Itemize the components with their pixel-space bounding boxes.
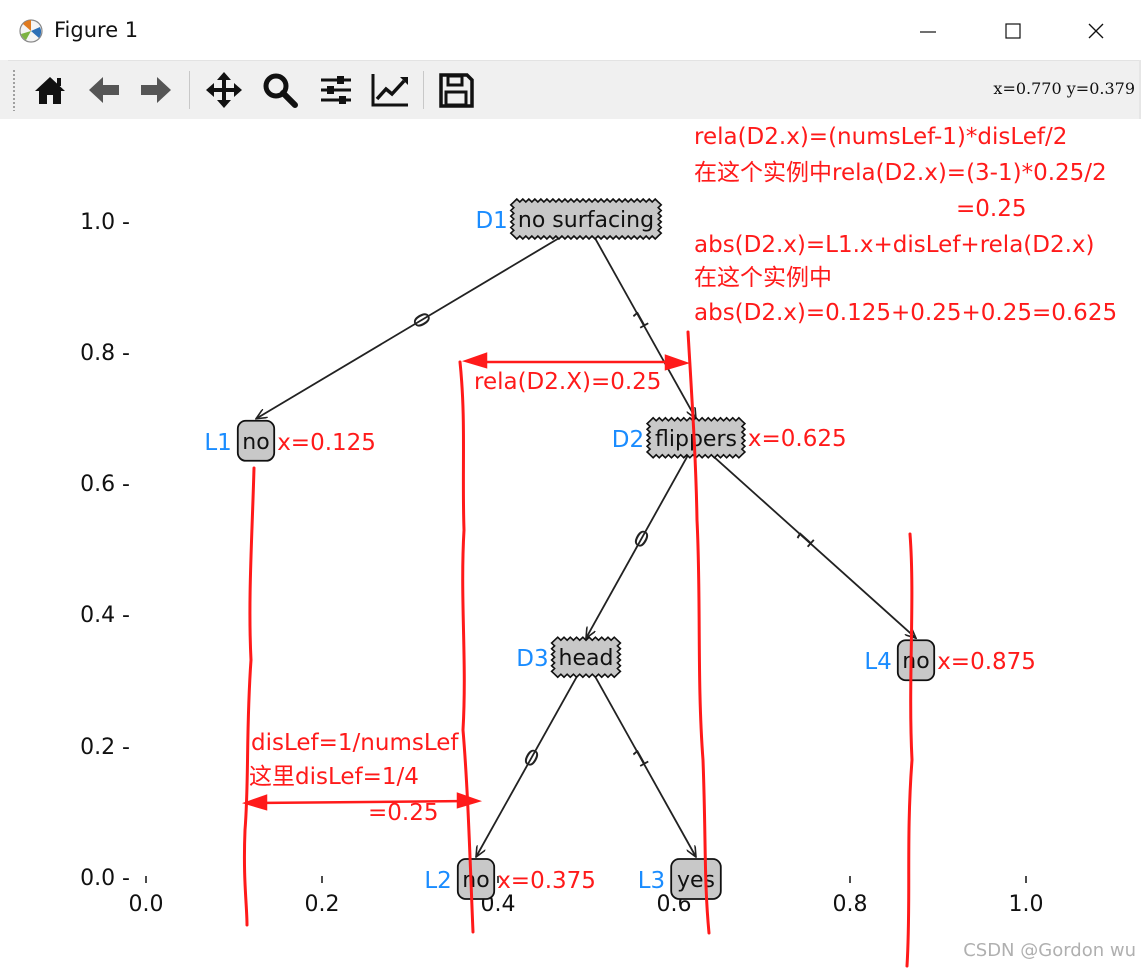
node-id-label: L1 (204, 430, 231, 456)
xtick-label: 0.2 (305, 892, 340, 917)
tree-plot: 1.0 - 0.8 - 0.6 - 0.4 - 0.2 - 0.0 - 0.0 … (80, 124, 1136, 968)
node-id-label: L2 (424, 868, 451, 894)
cursor-coordinates: x=0.770 y=0.379 (993, 79, 1135, 98)
pan-icon (206, 72, 242, 108)
close-icon (1088, 23, 1104, 39)
edge-label: 0 (629, 526, 653, 555)
ytick-label: 0.2 - (80, 735, 130, 760)
node-id-label: D3 (516, 646, 548, 672)
node-id-label: D2 (612, 427, 644, 453)
annotation-line: =0.25 (368, 800, 438, 826)
subplots-icon (321, 76, 351, 104)
save-button[interactable] (432, 67, 480, 113)
subplots-button[interactable] (312, 67, 360, 113)
ytick-label: 0.0 - (80, 866, 130, 891)
rela-annotation: rela(D2.X)=0.25 (474, 369, 661, 395)
leaf-node: no L4 x=0.875 (864, 639, 1036, 682)
maximize-icon (1005, 23, 1021, 39)
x-position-note: x=0.625 (748, 426, 847, 452)
node-label: no (242, 430, 269, 455)
edit-axis-button[interactable] (366, 67, 414, 113)
rela-arrow-right-head (664, 354, 691, 371)
annotation-line: disLef=1/numsLef (251, 730, 459, 756)
node-label: no surfacing (518, 208, 654, 233)
zoom-icon (263, 73, 298, 108)
leaf-node: no L1 x=0.125 (204, 419, 376, 462)
node-id-label: L3 (638, 868, 665, 894)
edge-label: 0 (519, 745, 543, 774)
node-id-label: D1 (475, 208, 507, 234)
annotation-line: 在这个实例中 (694, 265, 832, 291)
matplotlib-app-icon (19, 19, 43, 43)
leaf-node: yes L3 (638, 858, 722, 900)
formula-annotation: rela(D2.x)=(numsLef-1)*disLef/2 在这个实例中re… (694, 124, 1117, 326)
figure-window: Figure 1 x=0.770 y=0.379 1.0 - 0.8 - 0.6… (0, 0, 1141, 969)
ytick-label: 0.8 - (80, 341, 130, 366)
toolbar-separator (423, 71, 424, 109)
maximize-button[interactable] (990, 14, 1036, 48)
ytick-label: 0.4 - (80, 603, 130, 628)
home-icon (35, 77, 65, 104)
zoom-button[interactable] (256, 67, 304, 113)
guide-line-l4 (905, 532, 914, 968)
node-label: no (462, 868, 489, 893)
annotation-line: =0.25 (956, 196, 1026, 222)
toolbar-grip[interactable] (12, 69, 16, 111)
xtick-label: 0.8 (833, 892, 868, 917)
ytick-label: 1.0 - (80, 210, 130, 235)
x-position-note: x=0.125 (277, 430, 376, 456)
annotation-line: rela(D2.x)=(numsLef-1)*disLef/2 (694, 124, 1067, 150)
xtick-label: 1.0 (1009, 892, 1044, 917)
minimize-icon (920, 31, 936, 33)
annotation-line: abs(D2.x)=0.125+0.25+0.25=0.625 (694, 300, 1117, 326)
node-id-label: L4 (864, 649, 891, 675)
edge-label: 1 (629, 745, 653, 774)
node-label: flippers (655, 427, 737, 452)
node-label: yes (677, 868, 715, 893)
figure-canvas[interactable]: 1.0 - 0.8 - 0.6 - 0.4 - 0.2 - 0.0 - 0.0 … (0, 119, 1141, 969)
toolbar-separator (189, 71, 190, 109)
home-button[interactable] (26, 67, 74, 113)
decision-node: no surfacing D1 (475, 197, 663, 241)
decision-node: head D3 (516, 636, 622, 679)
title-bar: Figure 1 (0, 0, 1141, 60)
x-position-note: x=0.375 (497, 868, 596, 894)
node-label: no (902, 649, 929, 674)
ytick-label: 0.6 - (80, 472, 130, 497)
xtick-label: 0.0 (129, 892, 164, 917)
leaf-node: no L2 x=0.375 (424, 858, 596, 900)
edge-label: 0 (406, 308, 435, 333)
watermark: CSDN @Gordon wu (963, 940, 1136, 961)
annotation-line: 在这个实例中rela(D2.x)=(3-1)*0.25/2 (694, 160, 1107, 186)
decision-node: flippers D2 x=0.625 (612, 416, 847, 459)
annotation-line: abs(D2.x)=L1.x+disLef+rela(D2.x) (694, 232, 1095, 258)
edge-label: 1 (629, 307, 653, 336)
dislef-annotation: disLef=1/numsLef 这里disLef=1/4 =0.25 (249, 730, 459, 826)
forward-arrow-icon (141, 77, 171, 103)
pan-button[interactable] (200, 67, 248, 113)
forward-button[interactable] (132, 67, 180, 113)
save-icon (439, 73, 474, 108)
dislef-arrow-left-head (241, 794, 268, 811)
edit-axis-icon (371, 74, 408, 107)
back-arrow-icon (89, 77, 119, 103)
close-button[interactable] (1073, 14, 1119, 48)
guide-line-l1 (242, 466, 256, 927)
navigation-toolbar (0, 60, 1141, 120)
back-button[interactable] (80, 67, 128, 113)
guide-line-l2 (458, 360, 475, 934)
window-title: Figure 1 (54, 18, 139, 42)
node-label: head (559, 646, 614, 671)
rela-arrow-left-head (461, 352, 488, 369)
annotation-line: 这里disLef=1/4 (249, 764, 419, 790)
x-position-note: x=0.875 (937, 649, 1036, 675)
minimize-button[interactable] (905, 14, 951, 48)
